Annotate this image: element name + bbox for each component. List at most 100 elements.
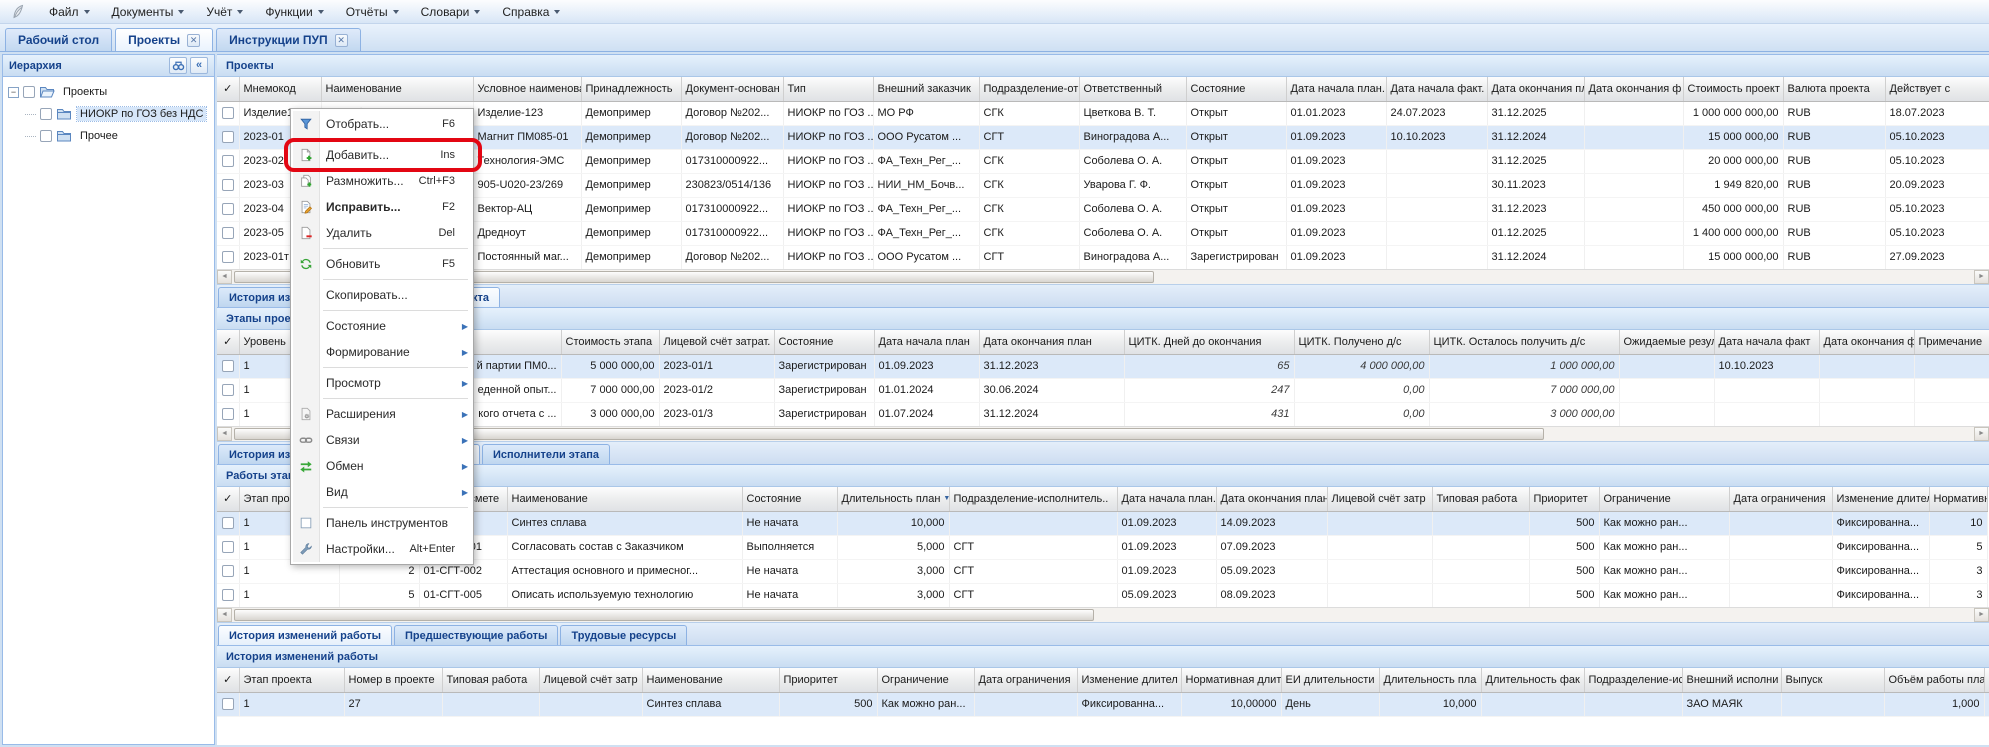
row-checkbox[interactable]	[222, 179, 234, 191]
column-header[interactable]: Приоритет	[779, 668, 877, 692]
column-header[interactable]: Подразделение-от	[979, 77, 1079, 101]
menu-item-add[interactable]: Добавить...Ins	[293, 142, 471, 168]
menu-item-state[interactable]: Состояние▶	[293, 313, 471, 339]
row-checkbox[interactable]	[222, 227, 234, 239]
column-header[interactable]: Ограничение	[1599, 487, 1729, 511]
column-header[interactable]: Приоритет	[1529, 487, 1599, 511]
works-hscrollbar[interactable]: ◄ ►	[217, 607, 1989, 622]
column-header[interactable]: Подразделение-ис	[1584, 668, 1682, 692]
menubar-item-reports[interactable]: Отчёты	[335, 1, 410, 23]
row-checkbox[interactable]	[222, 517, 234, 529]
tree-item-projects-root[interactable]: −Проекты	[3, 81, 214, 103]
column-header[interactable]: Мнемокод	[239, 77, 321, 101]
column-header[interactable]: Дата окончания ф	[1819, 330, 1914, 354]
column-header[interactable]: Состояние	[774, 330, 874, 354]
column-header[interactable]: Дата начала факт	[1714, 330, 1819, 354]
column-header[interactable]: Ожидаемые резул	[1619, 330, 1714, 354]
column-header[interactable]: Внешний заказчик	[873, 77, 979, 101]
scroll-right-icon[interactable]: ►	[1974, 270, 1989, 284]
menu-item-copy[interactable]: Скопировать...	[293, 282, 471, 308]
row-checkbox[interactable]	[222, 589, 234, 601]
scroll-left-icon[interactable]: ◄	[217, 608, 232, 622]
tree-checkbox[interactable]	[23, 86, 35, 98]
menubar-item-documents[interactable]: Документы	[101, 1, 196, 23]
column-header[interactable]: Документ-основан	[681, 77, 783, 101]
column-header[interactable]: Дата ограничения	[1729, 487, 1832, 511]
column-header[interactable]: Нормативн	[1929, 487, 1987, 511]
tab-work-predecessors[interactable]: Предшествующие работы	[394, 625, 558, 645]
project-row[interactable]: 2023-05ДредноутДемопример017310000922...…	[217, 221, 1989, 245]
column-header[interactable]: Этап проекта	[239, 668, 344, 692]
scroll-right-icon[interactable]: ►	[1974, 427, 1989, 441]
stages-hscrollbar[interactable]: ◄ ►	[217, 426, 1989, 441]
column-header[interactable]: Номер в проекте	[344, 668, 442, 692]
row-checkbox[interactable]	[222, 251, 234, 263]
menu-item-exchange[interactable]: Обмен▶	[293, 453, 471, 479]
column-header[interactable]: ✓	[217, 668, 239, 692]
column-header[interactable]: Примечание	[1914, 330, 1989, 354]
column-header[interactable]: Принадлежность	[581, 77, 681, 101]
close-tab-icon[interactable]: ✕	[335, 34, 348, 47]
projects-hscrollbar[interactable]: ◄ ►	[217, 269, 1989, 284]
stage-row[interactable]: 1еденной опыт...7 000 000,002023-01/2Зар…	[217, 378, 1989, 402]
menubar-item-accounting[interactable]: Учёт	[195, 1, 254, 23]
column-header[interactable]: Нормативная длит	[1181, 668, 1281, 692]
column-header[interactable]: Наименование	[321, 77, 473, 101]
row-checkbox[interactable]	[222, 360, 234, 372]
close-tab-icon[interactable]: ✕	[187, 34, 200, 47]
tab-work-labor-resources[interactable]: Трудовые ресурсы	[560, 625, 687, 645]
main-tab-pup-instructions[interactable]: Инструкции ПУП✕	[216, 28, 360, 51]
column-header[interactable]: Лицевой счёт затрат.	[659, 330, 774, 354]
column-header[interactable]: Тип	[783, 77, 873, 101]
column-header[interactable]: Типовая работа	[1432, 487, 1529, 511]
main-tab-projects[interactable]: Проекты✕	[115, 28, 213, 51]
search-binoculars-icon[interactable]	[169, 57, 187, 74]
menu-item-preview[interactable]: Просмотр▶	[293, 370, 471, 396]
column-header[interactable]: ✓	[217, 330, 239, 354]
column-header[interactable]: ЦИТК. Дней до окончания	[1124, 330, 1294, 354]
menu-item-edit[interactable]: Исправить...F2	[293, 194, 471, 220]
column-header[interactable]: Подразделение-исполнитель..	[949, 487, 1117, 511]
menu-item-settings[interactable]: Настройки...Alt+Enter	[293, 536, 471, 562]
column-header[interactable]: О	[1984, 668, 1989, 692]
menu-item-links[interactable]: Связи▶	[293, 427, 471, 453]
column-header[interactable]: Лицевой счёт затр	[539, 668, 642, 692]
column-header[interactable]: Ограничение	[877, 668, 974, 692]
column-header[interactable]: ЕИ длительности	[1281, 668, 1379, 692]
menu-item-formation[interactable]: Формирование▶	[293, 339, 471, 365]
menubar-item-dictionaries[interactable]: Словари	[410, 1, 492, 23]
column-header[interactable]: Длительность пла	[1379, 668, 1481, 692]
scroll-right-icon[interactable]: ►	[1974, 608, 1989, 622]
column-header[interactable]: ЦИТК. Осталось получить д/с	[1429, 330, 1619, 354]
row-checkbox[interactable]	[222, 408, 234, 420]
column-header[interactable]: Объём работы пла	[1884, 668, 1984, 692]
column-header[interactable]: Наименование	[507, 487, 742, 511]
row-checkbox[interactable]	[222, 203, 234, 215]
column-header[interactable]: Длительность фак	[1481, 668, 1584, 692]
menu-item-filter[interactable]: Отобрать...F6	[293, 111, 471, 137]
column-header[interactable]: Изменение длител	[1077, 668, 1181, 692]
project-row[interactable]: 2023-01тПостоянный маг...ДемопримерДогов…	[217, 245, 1989, 269]
menu-item-refresh[interactable]: ОбновитьF5	[293, 251, 471, 277]
project-row[interactable]: Изделие123Разработка изделия 123Изделие-…	[217, 101, 1989, 125]
column-header[interactable]: ✓	[217, 487, 239, 511]
row-checkbox[interactable]	[222, 698, 234, 710]
row-checkbox[interactable]	[222, 541, 234, 553]
column-header[interactable]: Условное наименова	[473, 77, 581, 101]
tab-stage-executors[interactable]: Исполнители этапа	[482, 444, 610, 464]
column-header[interactable]: Выпуск	[1781, 668, 1884, 692]
stage-row[interactable]: 1кого отчета с ...3 000 000,002023-01/3З…	[217, 402, 1989, 426]
main-tab-desktop[interactable]: Рабочий стол	[5, 28, 112, 51]
column-header[interactable]: Дата начала план.	[1117, 487, 1216, 511]
tree-checkbox[interactable]	[40, 108, 52, 120]
column-header[interactable]: Действует с	[1885, 77, 1989, 101]
column-header[interactable]: Наименование	[642, 668, 779, 692]
column-header[interactable]: Дата ограничения	[974, 668, 1077, 692]
column-header[interactable]: Состояние	[742, 487, 837, 511]
column-header[interactable]: Дата окончания план	[1216, 487, 1327, 511]
column-header[interactable]: ЦИТК. Получено д/с	[1294, 330, 1429, 354]
row-checkbox[interactable]	[222, 107, 234, 119]
menubar-item-help[interactable]: Справка	[491, 1, 571, 23]
work-row[interactable]: 1101-СГТ-001Согласовать состав с Заказчи…	[217, 535, 1987, 559]
column-header[interactable]: ✓	[217, 77, 239, 101]
